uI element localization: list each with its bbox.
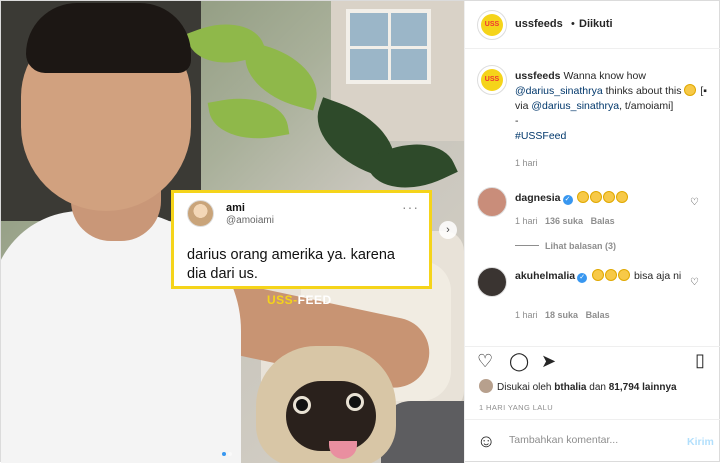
liker-avatar[interactable] — [479, 379, 493, 393]
caption-text: , — [619, 100, 622, 112]
comment-meta: 1 hari 18 suka Balas — [515, 310, 610, 320]
commenter-avatar[interactable] — [477, 187, 507, 217]
post-header: USS FEED ussfeeds • Diikuti — [465, 1, 720, 49]
comment-text: bisa aja ni — [633, 270, 682, 282]
verified-icon: ✓ — [577, 273, 588, 283]
header-username[interactable]: ussfeeds — [515, 18, 563, 30]
laughing-emoji-icon — [618, 269, 631, 281]
heart-icon[interactable]: ♡ — [690, 277, 699, 288]
person-hair — [26, 3, 191, 73]
view-replies-label: Lihat balasan (3) — [545, 241, 617, 251]
commenter-avatar[interactable] — [477, 267, 507, 297]
carousel-dot — [228, 452, 232, 456]
action-bar: ♡ ◯ ➤ ▯ — [465, 346, 720, 376]
laughing-emoji-icon — [577, 191, 590, 203]
comment-username[interactable]: akuhelmalia — [515, 270, 575, 282]
caption-text: via — [515, 100, 529, 112]
caption-hashtag[interactable]: #USSFeed — [515, 130, 566, 142]
dog-eye — [346, 393, 364, 411]
caption-avatar[interactable]: USS FEED — [477, 65, 507, 95]
post-frame: ami @amoiami ··· darius orang amerika ya… — [0, 0, 720, 463]
carousel-dot-active — [222, 452, 226, 456]
comment: akuhelmalia ✓ bisa aja ni — [515, 269, 685, 284]
tweet-text: darius orang amerika ya. karena dia dari… — [187, 247, 395, 282]
tweet-handle: @amoiami — [226, 215, 274, 226]
caption-text: thinks about this — [605, 85, 682, 97]
caption-text: Wanna know how — [563, 70, 646, 82]
comment-likes[interactable]: 18 suka — [545, 310, 578, 320]
uss-logo: USS FEED — [481, 14, 503, 36]
post-comment-button[interactable]: Kirim — [687, 436, 714, 448]
laughing-emoji-icon — [592, 269, 605, 281]
watermark-part-1: USS- — [267, 293, 298, 307]
laughing-emoji-icon — [616, 191, 629, 203]
caption-username[interactable]: ussfeeds — [515, 70, 561, 82]
comment-time[interactable]: 1 hari — [515, 310, 538, 320]
laughing-emoji-icon — [590, 191, 603, 203]
dog-eye — [293, 396, 311, 414]
liker-username[interactable]: bthalia — [554, 382, 586, 393]
caption-mention[interactable]: @darius_sinathrya — [515, 85, 603, 97]
post-sidebar: USS FEED ussfeeds • Diikuti USS FEED uss… — [464, 1, 720, 463]
watermark: USS-FEED — [267, 293, 332, 307]
comment-bar: ☺ Kirim — [465, 419, 720, 463]
likes-prefix: Disukai oleh — [497, 382, 552, 393]
clapperboard-icon: ▪ — [703, 85, 708, 97]
post-photo[interactable]: ami @amoiami ··· darius orang amerika ya… — [1, 1, 464, 463]
caption-text: t/amoiami] — [624, 100, 674, 112]
header-separator: • — [571, 18, 575, 30]
likes-count[interactable]: 81,794 lainnya — [609, 382, 677, 393]
laughing-emoji-icon — [603, 191, 616, 203]
heart-icon[interactable]: ♡ — [477, 352, 493, 370]
comment-meta: 1 hari 136 suka Balas — [515, 216, 615, 226]
comment-time[interactable]: 1 hari — [515, 216, 538, 226]
tweet-avatar — [187, 200, 214, 227]
photo-window — [346, 9, 431, 84]
heart-icon[interactable]: ♡ — [690, 197, 699, 208]
caption-dash: - — [515, 115, 519, 127]
laughing-emoji-icon — [684, 84, 697, 96]
likes-summary: Disukai oleh bthalia dan 81,794 lainnya — [479, 379, 677, 393]
verified-icon: ✓ — [562, 195, 573, 205]
caption-mention[interactable]: @darius_sinathrya — [531, 100, 619, 112]
emoji-icon[interactable]: ☺ — [477, 432, 495, 450]
account-avatar[interactable]: USS FEED — [477, 10, 507, 40]
share-icon[interactable]: ➤ — [541, 352, 556, 370]
post-date[interactable]: 1 HARI YANG LALU — [479, 403, 553, 412]
tweet-name: ami — [226, 202, 245, 214]
reply-button[interactable]: Balas — [591, 216, 615, 226]
reply-button[interactable]: Balas — [586, 310, 610, 320]
post-caption: ussfeeds Wanna know how @darius_sinathry… — [515, 69, 715, 171]
follow-status[interactable]: Diikuti — [579, 18, 613, 30]
comment: dagnesia ✓ — [515, 191, 629, 206]
comment-username[interactable]: dagnesia — [515, 192, 561, 204]
view-replies-button[interactable]: Lihat balasan (3) — [515, 241, 616, 251]
chevron-right-icon[interactable]: › — [439, 221, 457, 239]
watermark-part-2: FEED — [297, 293, 332, 307]
comment-input[interactable] — [509, 434, 679, 446]
likes-mid: dan — [589, 382, 606, 393]
bookmark-icon[interactable]: ▯ — [695, 351, 705, 369]
carousel-dots — [221, 447, 233, 459]
laughing-emoji-icon — [605, 269, 618, 281]
tweet-card: ami @amoiami ··· darius orang amerika ya… — [171, 190, 432, 289]
caption-time[interactable]: 1 hari — [515, 156, 715, 171]
comment-icon[interactable]: ◯ — [509, 352, 529, 370]
comment-likes[interactable]: 136 suka — [545, 216, 583, 226]
uss-logo: USS FEED — [481, 69, 503, 91]
more-icon: ··· — [402, 199, 419, 215]
